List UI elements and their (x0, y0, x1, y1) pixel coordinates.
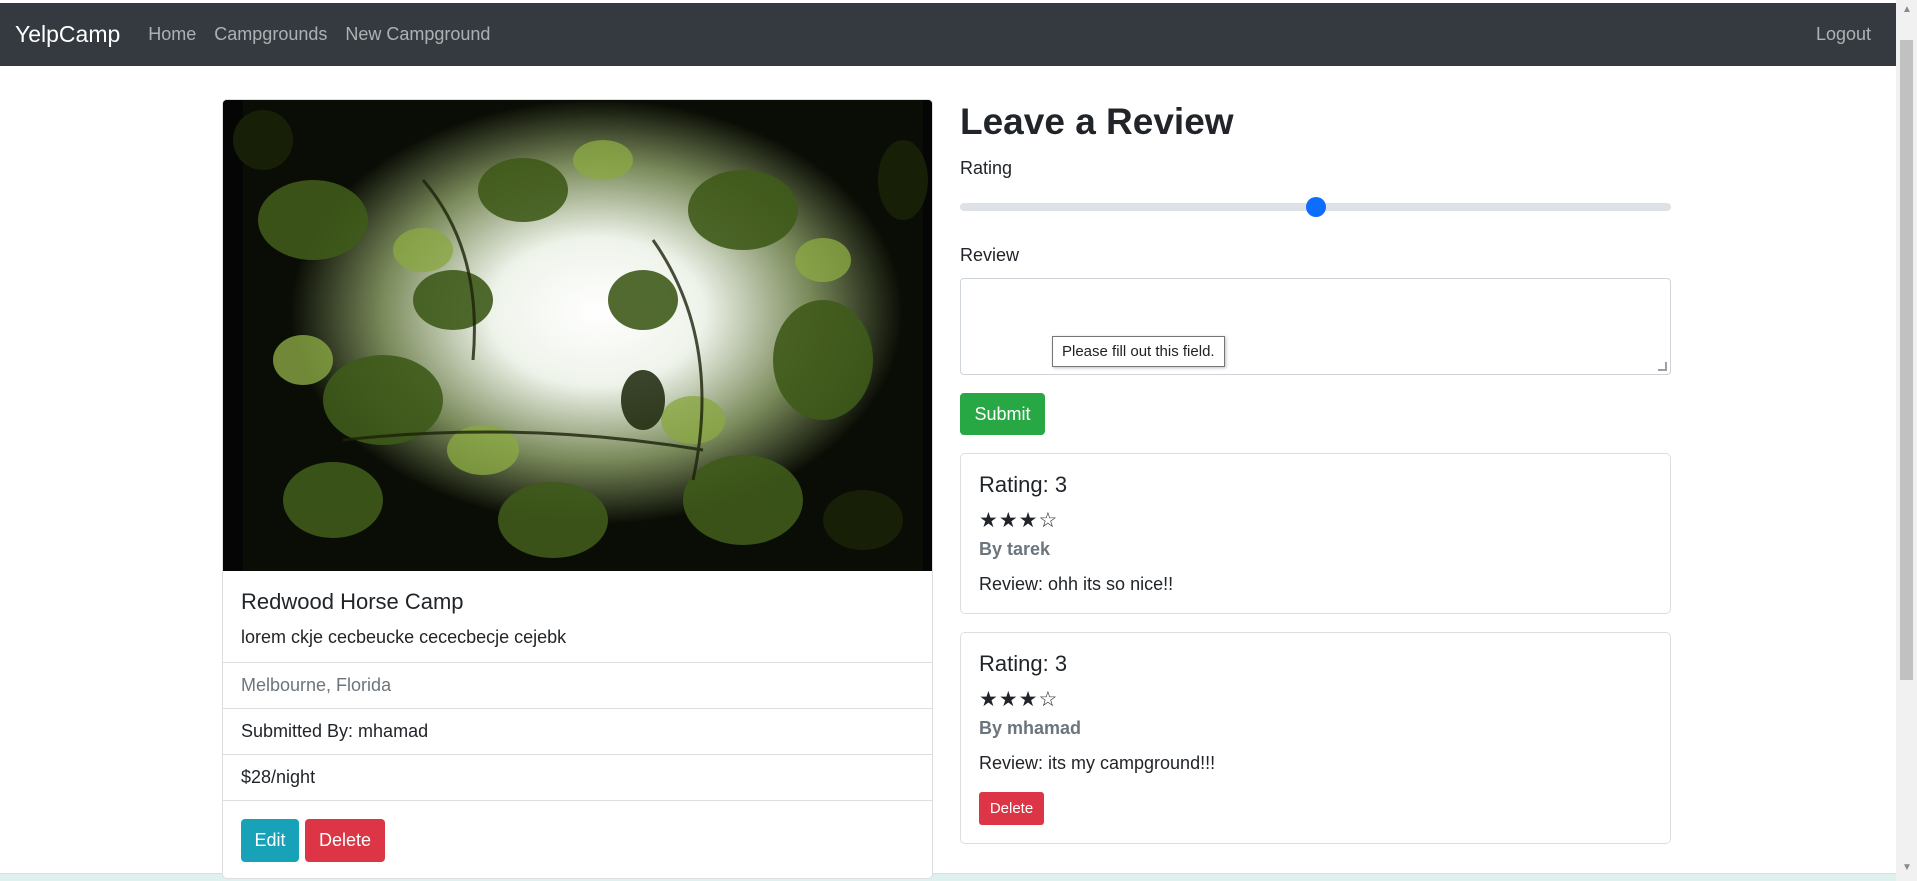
review-label: Review (960, 245, 1020, 265)
review-card: Rating: 3 ★★★☆ By tarek Review: ohh its … (960, 453, 1671, 614)
delete-campground-button[interactable]: Delete (305, 819, 385, 862)
navbar: YelpCamp Home Campgrounds New Campground… (0, 3, 1896, 66)
review-author: By mhamad (979, 718, 1082, 738)
scroll-down-arrow-icon[interactable]: ▼ (1902, 862, 1912, 873)
review-textarea-wrapper: Please fill out this field. (960, 278, 1671, 375)
review-text: Review: its my campground!!! (979, 753, 1216, 773)
resize-grip-icon[interactable] (1658, 362, 1667, 371)
review-author: By tarek (979, 539, 1051, 559)
campground-price: $28/night (223, 754, 932, 800)
star-rating-icon: ★★★☆ (979, 688, 1059, 711)
brand-link[interactable]: YelpCamp (15, 21, 120, 48)
campground-card-body: Redwood Horse Camp lorem ckje cecbeucke … (223, 571, 932, 662)
scroll-up-arrow-icon[interactable]: ▲ (1902, 4, 1912, 15)
review-card: Rating: 3 ★★★☆ By mhamad Review: its my … (960, 632, 1671, 844)
review-column: Leave a Review Rating Review Please fill… (960, 99, 1671, 844)
delete-review-button[interactable]: Delete (979, 792, 1044, 825)
nav-new-campground-link[interactable]: New Campground (345, 24, 490, 45)
submit-button[interactable]: Submit (960, 393, 1045, 435)
campground-description: lorem ckje cecbeucke cececbecje cejebk (241, 627, 567, 647)
campground-submitted-by: Submitted By: mhamad (223, 708, 932, 754)
review-rating: Rating: 3 (979, 651, 1068, 676)
campground-image (223, 100, 932, 571)
logout-link[interactable]: Logout (1816, 24, 1871, 45)
rating-label: Rating (960, 158, 1013, 178)
rating-slider[interactable] (960, 195, 1671, 219)
nav-home-link[interactable]: Home (148, 24, 196, 45)
star-rating-icon: ★★★☆ (979, 509, 1059, 532)
campground-location: Melbourne, Florida (223, 662, 932, 708)
page-scrollbar[interactable]: ▲ ▼ (1896, 0, 1917, 881)
nav-campgrounds-link[interactable]: Campgrounds (214, 24, 327, 45)
campground-title: Redwood Horse Camp (241, 589, 464, 614)
campground-actions: Edit Delete (223, 800, 932, 878)
edit-button[interactable]: Edit (241, 819, 299, 862)
scrollbar-thumb[interactable] (1900, 40, 1913, 680)
rating-slider-thumb[interactable] (1305, 197, 1326, 217)
campground-card: Redwood Horse Camp lorem ckje cecbeucke … (222, 99, 933, 879)
validation-tooltip: Please fill out this field. (1052, 336, 1225, 367)
review-form-title: Leave a Review (960, 101, 1234, 142)
review-text: Review: ohh its so nice!! (979, 574, 1174, 594)
review-rating: Rating: 3 (979, 472, 1068, 497)
